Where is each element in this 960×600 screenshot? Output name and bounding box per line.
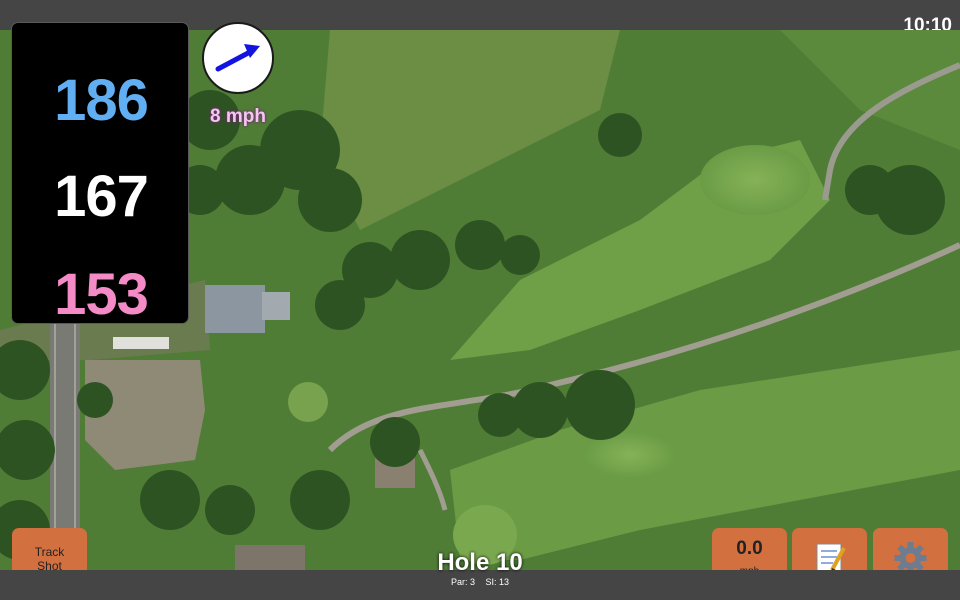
- wind-arrow-icon: [215, 44, 260, 72]
- wind-compass: [202, 22, 274, 94]
- speed-value: 0.0: [736, 538, 763, 559]
- track-shot-label-line1: Track: [34, 545, 65, 559]
- front-distance: 153: [54, 262, 149, 327]
- back-distance: 186: [54, 68, 149, 133]
- hole-par: Par: 3: [450, 577, 475, 587]
- hole-title: Hole 10: [437, 549, 523, 576]
- wind-speed-label: 8 mph: [210, 106, 266, 127]
- distance-panel: 186 167 153: [11, 22, 189, 327]
- middle-distance: 167: [54, 164, 149, 229]
- hole-info: Par: 3 SI: 13: [400, 577, 560, 587]
- hole-stroke-index: SI: 13: [485, 577, 510, 587]
